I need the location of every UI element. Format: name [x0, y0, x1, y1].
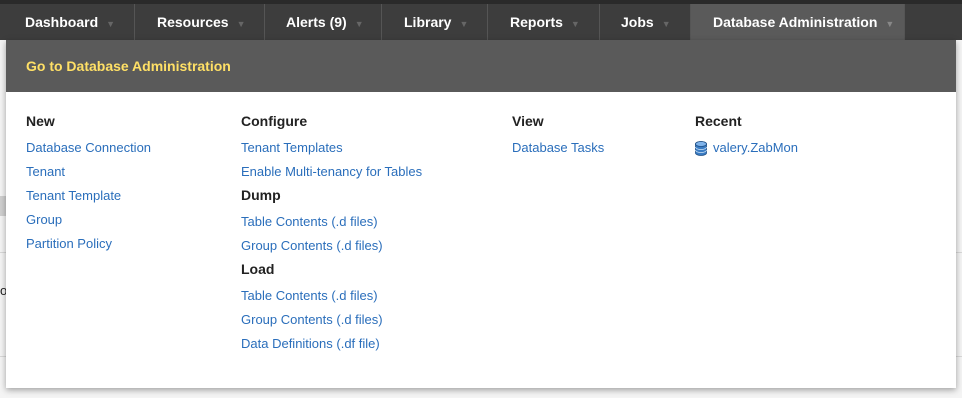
top-navigation: Dashboard ▼ Resources ▼ Alerts (9) ▼ Lib…	[0, 0, 962, 40]
nav-label: Library	[404, 14, 452, 30]
nav-label: Alerts (9)	[286, 14, 347, 30]
load-group-contents-link[interactable]: Group Contents (.d files)	[241, 308, 422, 332]
section-heading-view: View	[512, 113, 544, 129]
nav-alerts[interactable]: Alerts (9) ▼	[265, 4, 382, 40]
recent-item[interactable]: valery.ZabMon	[695, 136, 798, 160]
load-table-contents-link[interactable]: Table Contents (.d files)	[241, 284, 422, 308]
database-icon	[695, 140, 707, 156]
new-tenant-link[interactable]: Tenant	[26, 160, 151, 184]
nav-resources[interactable]: Resources ▼	[135, 4, 265, 40]
menu-column-configure: Configure Tenant Templates Enable Multi-…	[241, 112, 422, 356]
nav-label: Database Administration	[713, 14, 878, 30]
section-heading-new: New	[26, 113, 55, 129]
nav-label: Resources	[157, 14, 229, 30]
nav-jobs[interactable]: Jobs ▼	[600, 4, 691, 40]
menu-column-view: View Database Tasks	[512, 112, 604, 160]
section-heading-load: Load	[241, 261, 275, 277]
nav-label: Reports	[510, 14, 563, 30]
nav-dashboard[interactable]: Dashboard ▼	[0, 4, 135, 40]
new-tenant-template-link[interactable]: Tenant Template	[26, 184, 151, 208]
chevron-down-icon[interactable]: ▼	[459, 19, 468, 29]
load-data-definitions-link[interactable]: Data Definitions (.df file)	[241, 332, 422, 356]
chevron-down-icon[interactable]: ▼	[106, 19, 115, 29]
menu-header: Go to Database Administration	[6, 40, 956, 92]
tenant-templates-link[interactable]: Tenant Templates	[241, 136, 422, 160]
chevron-down-icon[interactable]: ▼	[237, 19, 246, 29]
nav-library[interactable]: Library ▼	[382, 4, 488, 40]
go-to-database-admin-link[interactable]: Go to Database Administration	[26, 58, 231, 74]
dump-group-contents-link[interactable]: Group Contents (.d files)	[241, 234, 422, 258]
enable-multi-tenancy-link[interactable]: Enable Multi-tenancy for Tables	[241, 160, 422, 184]
chevron-down-icon[interactable]: ▼	[662, 19, 671, 29]
menu-column-new: New Database Connection Tenant Tenant Te…	[26, 112, 151, 256]
new-group-link[interactable]: Group	[26, 208, 151, 232]
new-database-connection-link[interactable]: Database Connection	[26, 136, 151, 160]
nav-label: Dashboard	[25, 14, 99, 30]
section-heading-dump: Dump	[241, 187, 281, 203]
nav-label: Jobs	[621, 14, 654, 30]
section-heading-recent: Recent	[695, 113, 742, 129]
nav-reports[interactable]: Reports ▼	[488, 4, 600, 40]
database-tasks-link[interactable]: Database Tasks	[512, 136, 604, 160]
recent-database-link[interactable]: valery.ZabMon	[713, 136, 798, 160]
menu-column-recent: Recent valery.ZabMon	[695, 112, 798, 160]
new-partition-policy-link[interactable]: Partition Policy	[26, 232, 151, 256]
section-heading-configure: Configure	[241, 113, 308, 129]
chevron-down-icon[interactable]: ▼	[571, 19, 580, 29]
chevron-down-icon[interactable]: ▼	[355, 19, 364, 29]
dump-table-contents-link[interactable]: Table Contents (.d files)	[241, 210, 422, 234]
database-admin-menu: Go to Database Administration New Databa…	[6, 40, 956, 388]
nav-database-administration[interactable]: Database Administration ▼	[691, 4, 905, 40]
chevron-down-icon[interactable]: ▼	[885, 19, 894, 29]
